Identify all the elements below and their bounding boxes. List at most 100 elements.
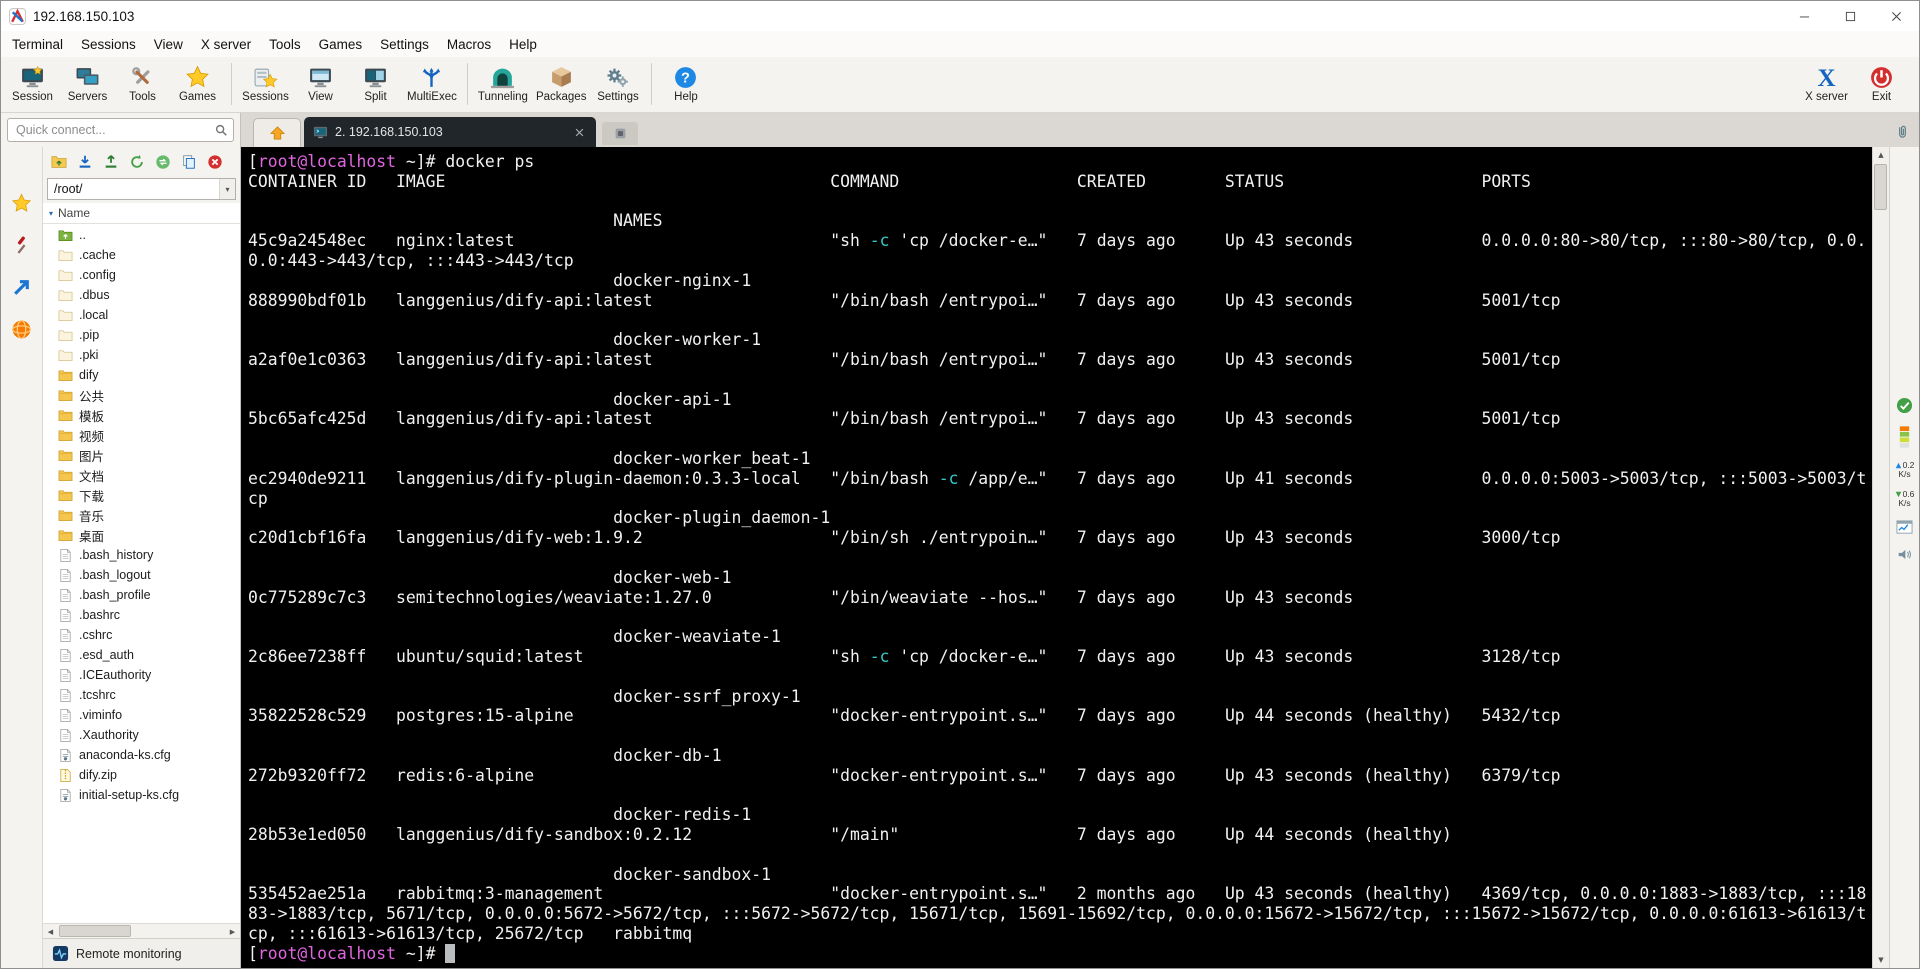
terminal-scrollbar[interactable]: ▲ ▼ xyxy=(1872,147,1889,968)
sftp-sync-button[interactable] xyxy=(152,151,173,172)
tree-item[interactable]: 视频 xyxy=(43,425,240,445)
tree-item[interactable]: 桌面 xyxy=(43,525,240,545)
tree-item[interactable]: .pip xyxy=(43,325,240,345)
remote-monitoring-button[interactable]: Remote monitoring xyxy=(43,938,240,968)
menu-item-settings[interactable]: Settings xyxy=(371,33,438,56)
chevron-down-icon[interactable]: ▾ xyxy=(219,179,235,199)
toolbar-button-packages[interactable]: Packages xyxy=(532,64,591,104)
terminal[interactable]: [root@localhost ~]# docker ps CONTAINER I… xyxy=(241,147,1872,968)
file-icon xyxy=(58,648,73,663)
tree-item[interactable]: .bash_history xyxy=(43,545,240,565)
menu-item-tools[interactable]: Tools xyxy=(260,33,310,56)
scroll-left-arrow[interactable]: ◀ xyxy=(43,924,58,939)
toolbar-button-tunneling[interactable]: Tunneling xyxy=(474,64,532,104)
sftp-download-button[interactable] xyxy=(74,151,95,172)
terminal-line: docker-redis-1 xyxy=(248,805,752,825)
tree-item[interactable]: .pki xyxy=(43,345,240,365)
tree-item[interactable]: dify.zip xyxy=(43,765,240,785)
tree-item[interactable]: .bash_profile xyxy=(43,585,240,605)
tab-close-button[interactable] xyxy=(572,125,586,139)
toolbar-button-x-server[interactable]: XX server xyxy=(1799,64,1854,104)
quick-connect-input[interactable] xyxy=(7,118,234,142)
tree-item[interactable]: anaconda-ks.cfg xyxy=(43,745,240,765)
tree-item[interactable]: .ICEauthority xyxy=(43,665,240,685)
tree-item[interactable]: 公共 xyxy=(43,385,240,405)
resource-gauge-icon xyxy=(1898,425,1911,450)
path-select[interactable]: /root/ ▾ xyxy=(47,178,236,200)
close-button[interactable] xyxy=(1873,1,1919,31)
tree-item[interactable]: 文档 xyxy=(43,465,240,485)
tree-header[interactable]: ▾ Name xyxy=(43,203,240,224)
sidebar-sessions-tab-button[interactable] xyxy=(11,193,32,214)
tree-item[interactable]: .bashrc xyxy=(43,605,240,625)
sessions-icon xyxy=(253,65,278,90)
tree-item[interactable]: .dbus xyxy=(43,285,240,305)
horizontal-scrollbar[interactable]: ◀ ▶ xyxy=(43,923,240,938)
toolbar-button-session[interactable]: Session xyxy=(5,64,60,104)
tab-session-active[interactable]: 2. 192.168.150.103 xyxy=(304,117,596,147)
sidebar-macros-tab-button[interactable] xyxy=(11,277,32,298)
toolbar-button-servers[interactable]: Servers xyxy=(60,64,115,104)
toolbar-button-view[interactable]: View xyxy=(293,64,348,104)
tree-item[interactable]: .cshrc xyxy=(43,625,240,645)
tree-item[interactable]: .Xauthority xyxy=(43,725,240,745)
terminal-line: cp, :::61613->61613/tcp, 25672/tcp rabbi… xyxy=(248,924,693,944)
menu-item-sessions[interactable]: Sessions xyxy=(72,33,145,56)
new-tab-button[interactable] xyxy=(602,122,638,145)
toolbar-button-help[interactable]: ? Help xyxy=(658,64,713,104)
terminal-line: 0c775289c7c3 semitechnologies/weaviate:1… xyxy=(248,587,1867,607)
minimize-button[interactable] xyxy=(1781,1,1827,31)
tree-item[interactable]: .viminfo xyxy=(43,705,240,725)
sftp-upload-button[interactable] xyxy=(100,151,121,172)
attachments-button[interactable] xyxy=(1891,118,1913,144)
vertical-scroll-thumb[interactable] xyxy=(1874,164,1887,210)
toolbar-button-multiexec[interactable]: MultiExec xyxy=(403,64,461,104)
tree-item[interactable]: .tcshrc xyxy=(43,685,240,705)
tree-item[interactable]: 音乐 xyxy=(43,505,240,525)
menu-item-x-server[interactable]: X server xyxy=(192,33,260,56)
toolbar-button-sessions[interactable]: Sessions xyxy=(238,64,293,104)
tree-item[interactable]: .config xyxy=(43,265,240,285)
sftp-refresh-button[interactable] xyxy=(126,151,147,172)
toolbar-button-settings[interactable]: Settings xyxy=(590,64,645,104)
maximize-button[interactable] xyxy=(1827,1,1873,31)
toolbar-button-games[interactable]: Games xyxy=(170,64,225,104)
sftp-delete-button[interactable] xyxy=(204,151,225,172)
horizontal-scroll-thumb[interactable] xyxy=(59,925,131,937)
scroll-down-arrow[interactable]: ▼ xyxy=(1873,952,1889,968)
tree-item[interactable]: .. xyxy=(43,225,240,245)
tree-item[interactable]: .local xyxy=(43,305,240,325)
menu-item-help[interactable]: Help xyxy=(500,33,546,56)
terminal-line: [root@localhost ~]# xyxy=(248,943,1872,964)
tree-item[interactable]: .cache xyxy=(43,245,240,265)
sftp-parent-directory-button[interactable] xyxy=(48,151,69,172)
menu-item-macros[interactable]: Macros xyxy=(438,33,500,56)
sidebar-network-tab-button[interactable] xyxy=(11,319,32,340)
folder-hidden-icon xyxy=(58,248,73,263)
toolbar-button-split[interactable]: Split xyxy=(348,64,403,104)
tree-item-label: .tcshrc xyxy=(79,688,116,702)
toolbar-button-tools[interactable]: Tools xyxy=(115,64,170,104)
scroll-up-arrow[interactable]: ▲ xyxy=(1873,147,1889,163)
tree-item[interactable]: initial-setup-ks.cfg xyxy=(43,785,240,805)
tree-item[interactable]: 下载 xyxy=(43,485,240,505)
tree-item-label: 视频 xyxy=(79,429,105,444)
sidebar-tools-tab-button[interactable] xyxy=(11,235,32,256)
scroll-right-arrow[interactable]: ▶ xyxy=(225,924,240,939)
tree-item[interactable]: 模板 xyxy=(43,405,240,425)
menu-item-view[interactable]: View xyxy=(145,33,192,56)
sftp-copy-button[interactable] xyxy=(178,151,199,172)
tree-item-label: 下载 xyxy=(79,489,105,504)
folder-icon xyxy=(58,448,73,463)
tree-item[interactable]: 图片 xyxy=(43,445,240,465)
tree-item[interactable]: dify xyxy=(43,365,240,385)
tree-item[interactable]: .bash_logout xyxy=(43,565,240,585)
tab-home[interactable] xyxy=(253,118,301,147)
maximize-icon xyxy=(1845,11,1856,22)
menu-item-terminal[interactable]: Terminal xyxy=(3,33,72,56)
tree-item[interactable]: .esd_auth xyxy=(43,645,240,665)
menu-item-games[interactable]: Games xyxy=(310,33,372,56)
toolbar-button-exit[interactable]: Exit xyxy=(1854,64,1909,104)
